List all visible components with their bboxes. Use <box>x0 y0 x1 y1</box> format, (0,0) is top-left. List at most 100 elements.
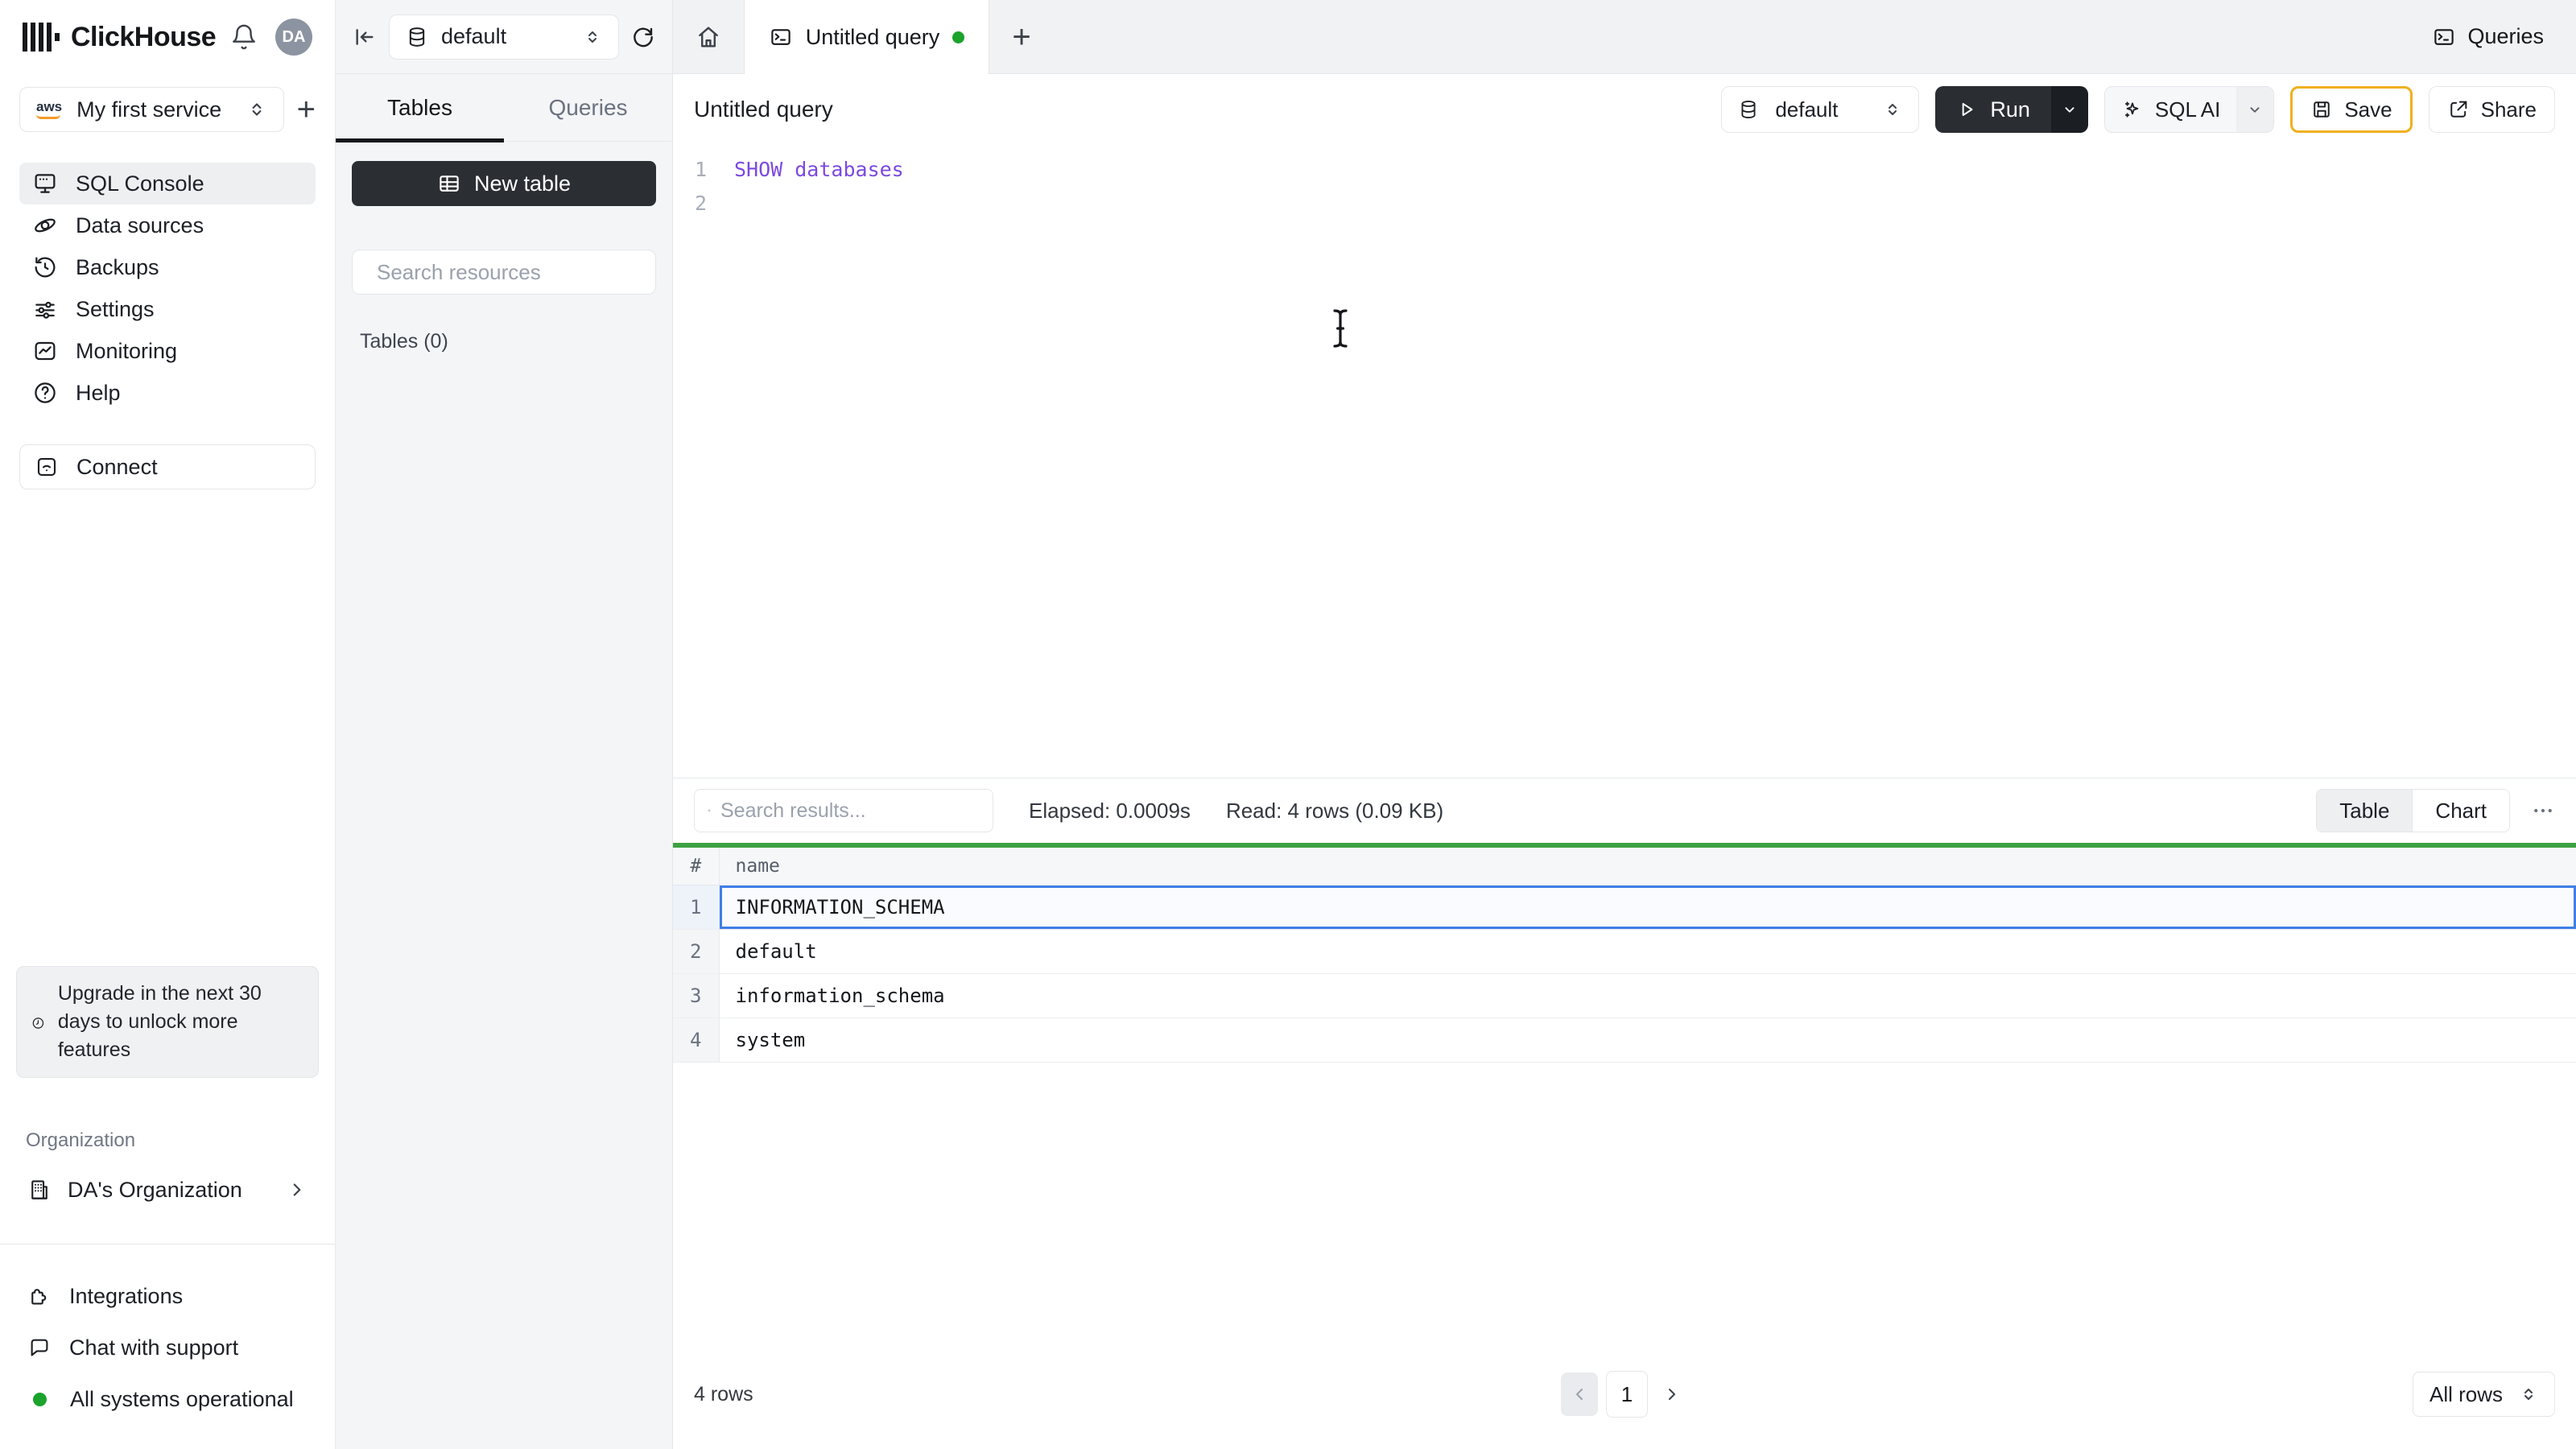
sql-ai-label: SQL AI <box>2154 97 2221 122</box>
column-header-name[interactable]: name <box>719 848 2576 886</box>
service-row: aws My first service + <box>19 87 316 132</box>
results-footer: 4 rows 1 All rows <box>673 1371 2576 1449</box>
collapse-panel-icon[interactable] <box>352 24 378 50</box>
row-value[interactable]: information_schema <box>719 973 2576 1018</box>
pagination: 1 <box>1561 1371 1688 1418</box>
tab-queries[interactable]: Queries <box>504 74 672 141</box>
rows-count: 4 rows <box>694 1382 753 1406</box>
sidebar-item-sql-console[interactable]: SQL Console <box>19 163 316 204</box>
terminal-icon <box>771 29 791 45</box>
sql-editor[interactable]: 1 SHOW databases 2 <box>673 145 2576 778</box>
toggle-table[interactable]: Table <box>2317 790 2413 832</box>
building-icon <box>31 1180 47 1199</box>
monitoring-chart-icon <box>35 341 56 361</box>
prev-page-button[interactable] <box>1561 1373 1598 1416</box>
text-cursor-icon <box>1333 309 1348 348</box>
sidebar-item-help[interactable]: Help <box>19 372 316 414</box>
query-title: Untitled query <box>694 97 833 122</box>
table-row[interactable]: 2 default <box>673 929 2576 974</box>
help-icon <box>35 382 56 403</box>
table-row[interactable]: 4 system <box>673 1018 2576 1063</box>
search-results-box <box>694 789 993 832</box>
chat-support-label: Chat with support <box>69 1335 239 1360</box>
header-row: # name <box>673 848 2576 886</box>
chevron-down-icon <box>2250 107 2260 113</box>
database-icon <box>409 27 425 47</box>
chevron-left-icon <box>1576 1389 1583 1400</box>
editor-toolbar: Untitled query default Run SQL AI Save S… <box>673 74 2576 145</box>
save-button[interactable]: Save <box>2290 86 2413 133</box>
row-value[interactable]: default <box>719 929 2576 974</box>
column-header-index[interactable]: # <box>673 848 720 886</box>
notifications-bell-icon[interactable] <box>230 23 258 51</box>
sql-ai-button[interactable]: SQL AI <box>2103 86 2275 133</box>
run-button[interactable]: Run <box>1935 86 2088 133</box>
tab-tables[interactable]: Tables <box>336 74 504 142</box>
status-label: All systems operational <box>70 1386 294 1411</box>
refresh-icon[interactable] <box>630 24 656 50</box>
toggle-chart[interactable]: Chart <box>2412 790 2509 832</box>
terminal-icon <box>2434 28 2454 45</box>
avatar[interactable]: DA <box>275 19 312 56</box>
search-resources-input[interactable] <box>377 259 646 285</box>
sidebar-item-data-sources[interactable]: Data sources <box>19 204 316 246</box>
sidebar-item-label: Settings <box>76 296 155 321</box>
read-stat: Read: 4 rows (0.09 KB) <box>1225 798 1444 823</box>
chat-support-link[interactable]: Chat with support <box>27 1330 308 1365</box>
sidebar-item-label: SQL Console <box>76 171 204 196</box>
search-results-input[interactable] <box>720 799 980 823</box>
clickhouse-console-app: ClickHouse DA aws My first service + SQL… <box>0 0 2576 1449</box>
sidebar-footer: Integrations Chat with support All syste… <box>0 1245 335 1449</box>
sidebar-item-label: Backups <box>76 254 159 279</box>
chat-bubble-icon <box>31 1339 48 1356</box>
connect-icon <box>37 457 56 477</box>
new-tab-button[interactable]: + <box>989 0 1054 74</box>
tab-untitled-query[interactable]: Untitled query <box>744 0 989 74</box>
next-page-button[interactable] <box>1656 1373 1688 1416</box>
sql-console-icon <box>35 174 56 193</box>
run-options-caret[interactable] <box>2050 86 2088 133</box>
connect-label: Connect <box>76 454 158 479</box>
queries-shortcut[interactable]: Queries <box>2432 24 2576 49</box>
tab-label: Untitled query <box>805 24 940 49</box>
tables-panel: default Tables Queries New table Tables … <box>336 0 673 1449</box>
editor-database-selector[interactable]: default <box>1721 86 1920 133</box>
sidebar-item-settings[interactable]: Settings <box>19 288 316 330</box>
results-toolbar: Elapsed: 0.0009s Read: 4 rows (0.09 KB) … <box>673 778 2576 843</box>
upgrade-notice-text: Upgrade in the next 30 days to unlock mo… <box>57 982 262 1061</box>
row-number: 2 <box>673 929 720 974</box>
row-value[interactable]: system <box>719 1018 2576 1063</box>
sql-ai-caret[interactable] <box>2236 87 2274 132</box>
chevron-down-icon <box>2065 107 2074 113</box>
organization-row[interactable]: DA's Organization <box>19 1170 316 1210</box>
database-selector[interactable]: default <box>389 14 619 60</box>
search-icon <box>708 809 711 812</box>
chevron-right-icon <box>293 1183 301 1196</box>
organization-name: DA's Organization <box>68 1177 242 1202</box>
new-table-button[interactable]: New table <box>352 161 656 206</box>
service-selector[interactable]: aws My first service <box>19 87 284 132</box>
page-size-selector[interactable]: All rows <box>2412 1372 2555 1417</box>
sidebar-item-monitoring[interactable]: Monitoring <box>19 330 316 372</box>
updown-chevron-icon <box>2524 1389 2533 1400</box>
sidebar-item-backups[interactable]: Backups <box>19 246 316 288</box>
upgrade-notice[interactable]: Upgrade in the next 30 days to unlock mo… <box>16 966 319 1078</box>
home-icon[interactable] <box>673 0 744 74</box>
results-menu-icon[interactable] <box>2531 799 2555 823</box>
sparkles-icon <box>2124 101 2139 118</box>
add-service-button[interactable]: + <box>297 93 316 126</box>
share-button[interactable]: Share <box>2428 86 2555 133</box>
current-page[interactable]: 1 <box>1606 1371 1648 1418</box>
integrations-link[interactable]: Integrations <box>27 1278 308 1314</box>
save-label: Save <box>2344 97 2392 122</box>
system-status[interactable]: All systems operational <box>27 1381 308 1417</box>
updown-chevron-icon <box>1889 104 1897 115</box>
table-row[interactable]: 3 information_schema <box>673 973 2576 1018</box>
table-grid-icon <box>440 175 459 192</box>
database-icon <box>1741 101 1756 118</box>
row-value[interactable]: INFORMATION_SCHEMA <box>719 885 2576 930</box>
view-toggle: Table Chart <box>2316 789 2510 832</box>
connect-button[interactable]: Connect <box>19 444 316 489</box>
table-row[interactable]: 1 INFORMATION_SCHEMA <box>673 885 2576 930</box>
